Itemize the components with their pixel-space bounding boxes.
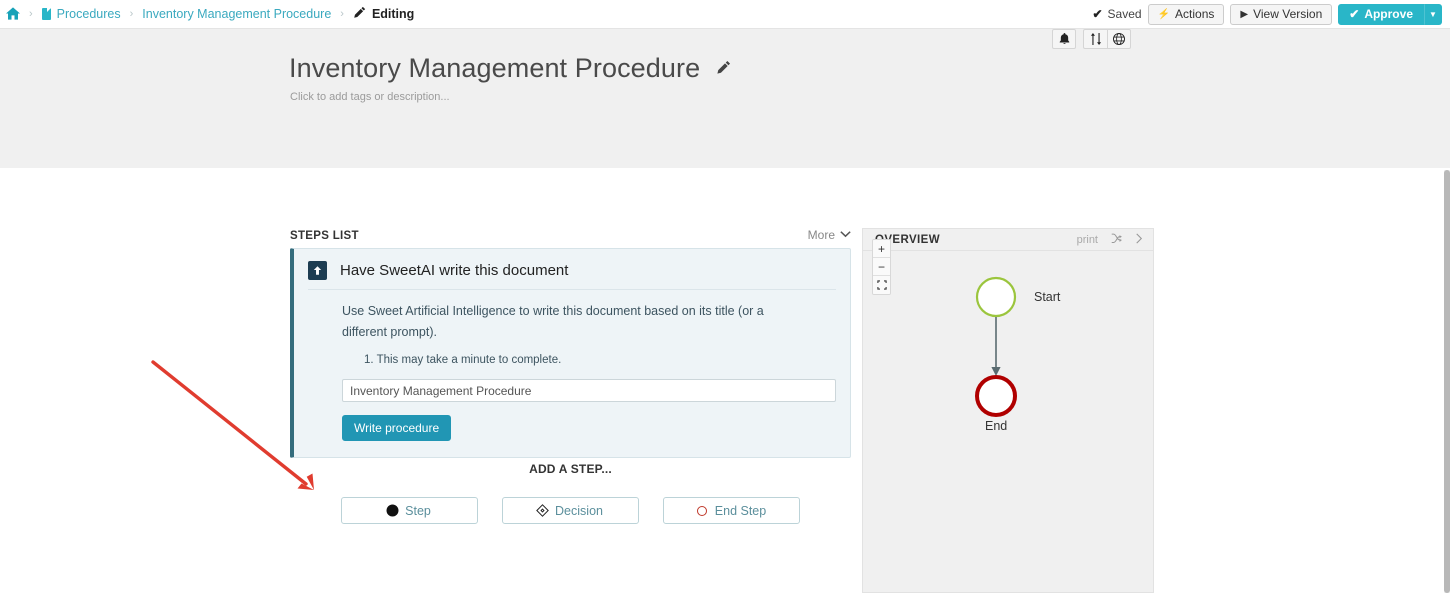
step-card-description: Use Sweet Artificial Intelligence to wri… [342,304,764,339]
breadcrumb-item-editing: Editing [371,7,415,21]
diamond-icon [536,504,549,517]
flow-node-end[interactable] [975,375,1017,417]
step-card-body: Use Sweet Artificial Intelligence to wri… [308,290,836,442]
saved-status: ✔ Saved [1092,7,1141,21]
flow-node-start[interactable] [975,276,1017,318]
add-step-buttons: Step Decision End Step [290,497,851,524]
breadcrumb-separator-3: › [340,8,344,20]
steps-list-panel: STEPS LIST More Have SweetAI write this … [290,228,851,459]
flow-arrowhead [991,367,1001,376]
add-step-button-label: Step [405,503,431,518]
vertical-scrollbar-track[interactable] [1444,170,1450,593]
write-procedure-button[interactable]: Write procedure [342,415,452,442]
page-title: Inventory Management Procedure [289,51,731,84]
add-decision-button[interactable]: Decision [502,497,639,524]
add-step-section: ADD A STEP... Step Decision End Step [290,462,851,524]
notifications-bell-icon[interactable] [1052,29,1076,49]
home-icon[interactable] [6,6,20,22]
overview-panel: OVERVIEW print + − Start End [862,228,1154,593]
lightning-icon: ⚡ [1157,8,1171,20]
actions-label: Actions [1175,7,1215,21]
filled-circle-icon [388,506,398,515]
header-icon-pair [1083,29,1131,49]
approve-group: ✔ Approve ▼ [1338,3,1442,25]
actions-button[interactable]: ⚡ Actions [1147,3,1225,25]
approve-check-icon: ✔ [1349,7,1360,21]
red-circle-outline-icon [696,505,707,516]
arrow-up-box-icon [308,261,327,280]
step-card-sweetai[interactable]: Have SweetAI write this document Use Swe… [290,248,851,459]
saved-label: Saved [1107,7,1142,21]
edit-title-pencil-icon[interactable] [716,51,731,81]
view-version-button[interactable]: ▶ View Version [1230,3,1333,25]
header-icon-group [1052,29,1131,49]
breadcrumb-separator-2: › [129,8,134,20]
check-icon: ✔ [1092,7,1103,21]
steps-list-title: STEPS LIST [290,230,359,242]
globe-icon[interactable] [1107,29,1131,49]
top-breadcrumb-bar: › Procedures › Inventory Management Proc… [0,0,1450,29]
approve-button[interactable]: ✔ Approve [1338,3,1424,25]
vertical-scrollbar-thumb[interactable] [1444,170,1450,593]
breadcrumb-item-inventory-management-procedure[interactable]: Inventory Management Procedure [142,7,331,21]
tags-description-placeholder[interactable]: Click to add tags or description... [290,91,450,103]
add-end-step-button[interactable]: End Step [663,497,800,524]
ai-prompt-input[interactable] [342,379,836,403]
main-content: STEPS LIST More Have SweetAI write this … [0,168,1444,593]
pencil-icon [353,6,366,22]
step-card-title: Have SweetAI write this document [340,262,569,279]
add-step-label: ADD A STEP... [529,462,612,476]
play-triangle-icon: ▶ [1240,8,1249,20]
steps-list-header: STEPS LIST More [290,228,851,248]
page-title-text: Inventory Management Procedure [289,53,701,83]
breadcrumb-item-procedures[interactable]: Procedures [57,7,121,21]
steps-more-button[interactable]: More [808,228,851,242]
add-decision-button-label: Decision [555,503,603,518]
chevron-down-icon [840,230,851,240]
add-step-button[interactable]: Step [341,497,478,524]
step-card-note: 1. This may take a minute to complete. [364,354,562,367]
document-header-banner: Inventory Management Procedure Click to … [0,29,1450,168]
breadcrumb: › Procedures › Inventory Management Proc… [6,6,1092,22]
sort-order-icon[interactable] [1083,29,1107,49]
view-version-label: View Version [1253,7,1323,21]
add-end-step-button-label: End Step [714,503,767,518]
steps-more-label: More [807,228,835,242]
step-card-header: Have SweetAI write this document [308,261,836,290]
document-icon [41,8,51,20]
overview-flowchart[interactable] [863,229,1155,572]
flow-node-end-label: End [985,419,1008,433]
flow-node-start-label: Start [1034,290,1061,304]
approve-label: Approve [1364,7,1413,21]
approve-dropdown-caret[interactable]: ▼ [1424,3,1442,25]
top-actions: ✔ Saved ⚡ Actions ▶ View Version ✔ Appro… [1092,3,1444,25]
breadcrumb-separator-1: › [29,8,33,20]
